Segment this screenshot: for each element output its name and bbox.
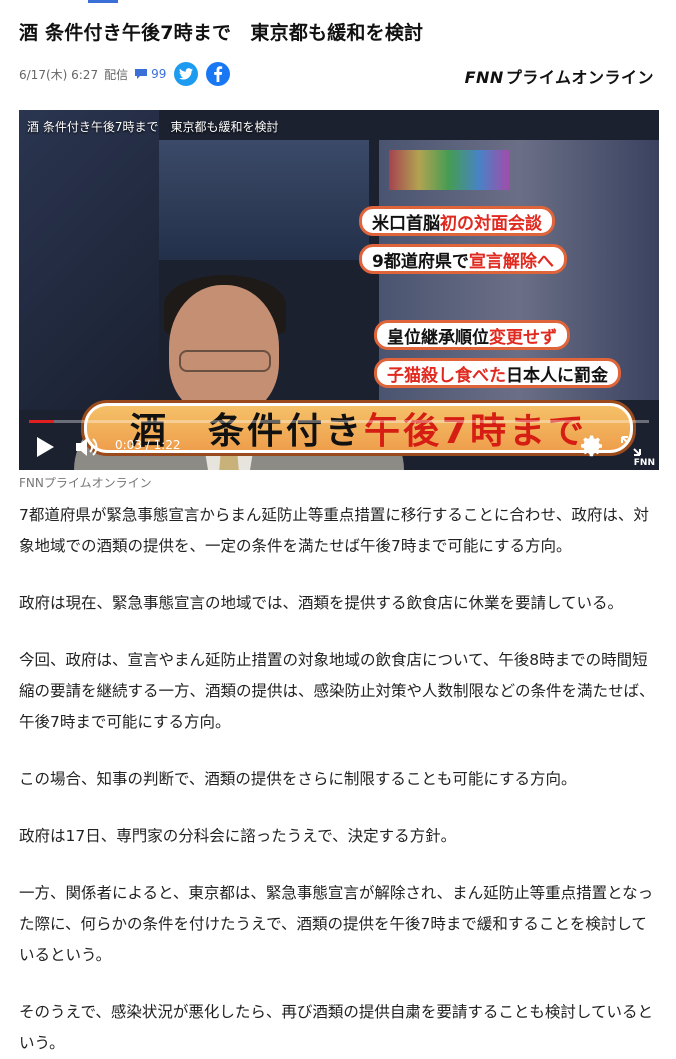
facebook-share-button[interactable] <box>206 62 231 86</box>
article-paragraph: 一方、関係者によると、東京都は、緊急事態宣言が解除され、まん延防止等重点措置とな… <box>19 884 654 964</box>
article-paragraph: この場合、知事の判断で、酒類の提供をさらに制限することも可能にする方向。 <box>19 770 577 788</box>
logo-prime-text: プライムオンライン <box>505 68 654 87</box>
video-progress-fill <box>29 420 54 423</box>
article-paragraph: 7都道府県が緊急事態宣言からまん延防止等重点措置に移行することに合わせ、政府は、… <box>19 506 649 555</box>
news-caption-1-red: 初の対面会談 <box>440 213 542 234</box>
video-overlay-title: 酒 条件付き午後7時まで 東京都も緩和を検討 <box>27 120 279 134</box>
top-accent-bar <box>88 0 118 3</box>
fullscreen-icon[interactable] <box>619 434 643 458</box>
play-icon[interactable] <box>35 436 55 458</box>
facebook-f-icon <box>214 66 223 82</box>
volume-icon[interactable] <box>75 436 99 458</box>
comment-link[interactable]: 99 <box>134 67 166 81</box>
video-progress-bar[interactable] <box>29 420 649 423</box>
article-body: 7都道府県が緊急事態宣言からまん延防止等重点措置に移行することに合わせ、政府は、… <box>19 500 659 1059</box>
news-caption-4: 子猫殺し食べた 日本人に罰金 <box>374 358 621 388</box>
news-caption-2-plain: 9都道府県で <box>372 251 469 272</box>
gear-icon[interactable] <box>581 434 605 458</box>
video-time-display: 0:03 / 1:22 <box>115 438 181 452</box>
studio-monitor-colorbars <box>389 150 509 190</box>
article-paragraph: 政府は現在、緊急事態宣言の地域では、酒類を提供する飲食店に休業を要請している。 <box>19 594 624 612</box>
anchor-glasses <box>179 350 271 372</box>
twitter-share-button[interactable] <box>174 62 199 86</box>
delivery-label: 配信 <box>104 67 129 82</box>
article-paragraph: 政府は17日、専門家の分科会に諮ったうえで、決定する方針。 <box>19 827 457 845</box>
news-caption-3-red: 変更せず <box>489 327 557 348</box>
article-paragraph: 今回、政府は、宣言やまん延防止措置の対象地域の飲食店について、午後8時までの時間… <box>19 651 655 731</box>
publish-date: 6/17(木) 6:27 <box>19 67 99 82</box>
video-player[interactable]: 酒 条件付き午後7時まで 東京都も緩和を検討 米口首脳 初の対面会談 9都道府県… <box>19 110 659 470</box>
publisher-logo[interactable]: FNN プライムオンライン <box>465 64 654 88</box>
speech-bubble-icon <box>135 69 148 79</box>
video-controls: 0:03 / 1:22 FNN <box>19 420 659 470</box>
news-caption-2: 9都道府県で 宣言解除へ <box>359 244 567 274</box>
twitter-bird-icon <box>179 68 194 80</box>
news-caption-3-plain: 皇位継承順位 <box>387 327 489 348</box>
news-caption-1: 米口首脳 初の対面会談 <box>359 206 555 236</box>
article-paragraph: そのうえで、感染状況が悪化したら、再び酒類の提供自粛を要請することも検討している… <box>19 1003 653 1052</box>
logo-fnn-mark: FNN <box>464 68 504 87</box>
comment-count: 99 <box>151 67 167 81</box>
news-caption-1-plain: 米口首脳 <box>372 213 440 234</box>
image-caption: FNNプライムオンライン <box>19 476 152 490</box>
article-title: 酒 条件付き午後7時まで 東京都も緩和を検討 <box>19 22 424 44</box>
video-watermark: FNN <box>633 458 655 468</box>
news-caption-3: 皇位継承順位 変更せず <box>374 320 570 350</box>
article-meta: 6/17(木) 6:27 配信 99 <box>19 60 238 88</box>
news-caption-4-after: 日本人に罰金 <box>506 365 608 386</box>
studio-monitor-center <box>159 140 369 260</box>
news-caption-2-red: 宣言解除へ <box>468 251 554 272</box>
studio-monitor-left <box>19 110 159 410</box>
news-caption-4-red: 子猫殺し食べた <box>387 365 506 386</box>
